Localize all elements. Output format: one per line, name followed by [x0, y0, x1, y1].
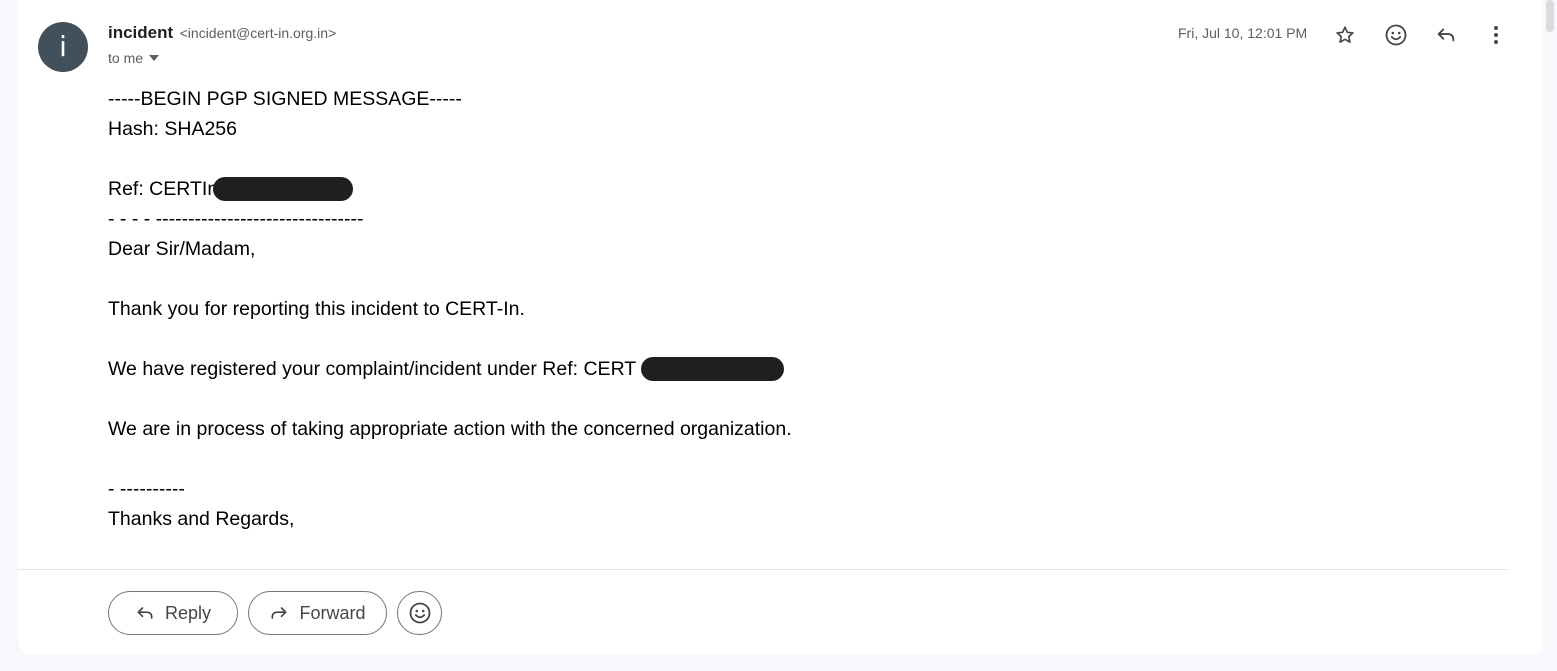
- redaction-mark: [641, 357, 784, 381]
- sender-line: incident <incident@cert-in.org.in>: [108, 23, 336, 43]
- reply-icon: [137, 607, 153, 619]
- reply-button[interactable]: Reply: [108, 591, 238, 635]
- redaction-mark: [213, 177, 353, 201]
- message-body: -----BEGIN PGP SIGNED MESSAGE----- Hash:…: [108, 84, 792, 534]
- divider: [18, 569, 1508, 570]
- body-line: We are in process of taking appropriate …: [108, 418, 792, 440]
- star-icon[interactable]: [1331, 21, 1359, 49]
- recipient-label: to me: [108, 50, 144, 66]
- scrollbar[interactable]: [1543, 0, 1557, 671]
- reply-button-label: Reply: [164, 602, 212, 623]
- forward-button[interactable]: Forward: [248, 591, 387, 635]
- scrollbar-thumb[interactable]: [1546, 0, 1554, 32]
- body-line: -----BEGIN PGP SIGNED MESSAGE-----: [108, 88, 462, 110]
- chevron-down-icon: [149, 55, 160, 61]
- body-line: - ----------: [108, 478, 185, 500]
- body-line-registered: We have registered your complaint/incide…: [108, 354, 792, 384]
- body-line: Thanks and Regards,: [108, 508, 295, 530]
- body-line-ref: Ref: CERTIn: [108, 174, 792, 204]
- registered-text: We have registered your complaint/incide…: [108, 358, 637, 380]
- add-reaction-button[interactable]: [397, 591, 442, 635]
- body-line: Hash: SHA256: [108, 118, 237, 140]
- ref-text: Ref: CERTIn: [108, 178, 219, 200]
- body-line: [108, 384, 792, 414]
- sender-name[interactable]: incident: [108, 23, 173, 42]
- body-line: [108, 264, 792, 294]
- body-line: Dear Sir/Madam,: [108, 238, 256, 260]
- forward-button-label: Forward: [299, 602, 366, 623]
- recipient-details-toggle[interactable]: to me: [108, 50, 160, 66]
- more-vert-icon[interactable]: [1482, 21, 1510, 49]
- message-date: Fri, Jul 10, 12:01 PM: [1178, 25, 1308, 41]
- body-line: [108, 324, 792, 354]
- body-line: - - - - --------------------------------: [108, 208, 364, 230]
- sender-avatar[interactable]: i: [38, 22, 88, 72]
- body-line: [108, 144, 792, 174]
- emoji-icon: [409, 602, 430, 624]
- forward-icon: [271, 607, 287, 619]
- body-line: [108, 444, 792, 474]
- reply-icon[interactable]: [1432, 21, 1460, 49]
- sender-email: <incident@cert-in.org.in>: [179, 25, 337, 41]
- email-message-card: i incident <incident@cert-in.org.in> to …: [18, 0, 1548, 655]
- body-line: Thank you for reporting this incident to…: [108, 298, 525, 320]
- emoji-icon[interactable]: [1382, 21, 1410, 49]
